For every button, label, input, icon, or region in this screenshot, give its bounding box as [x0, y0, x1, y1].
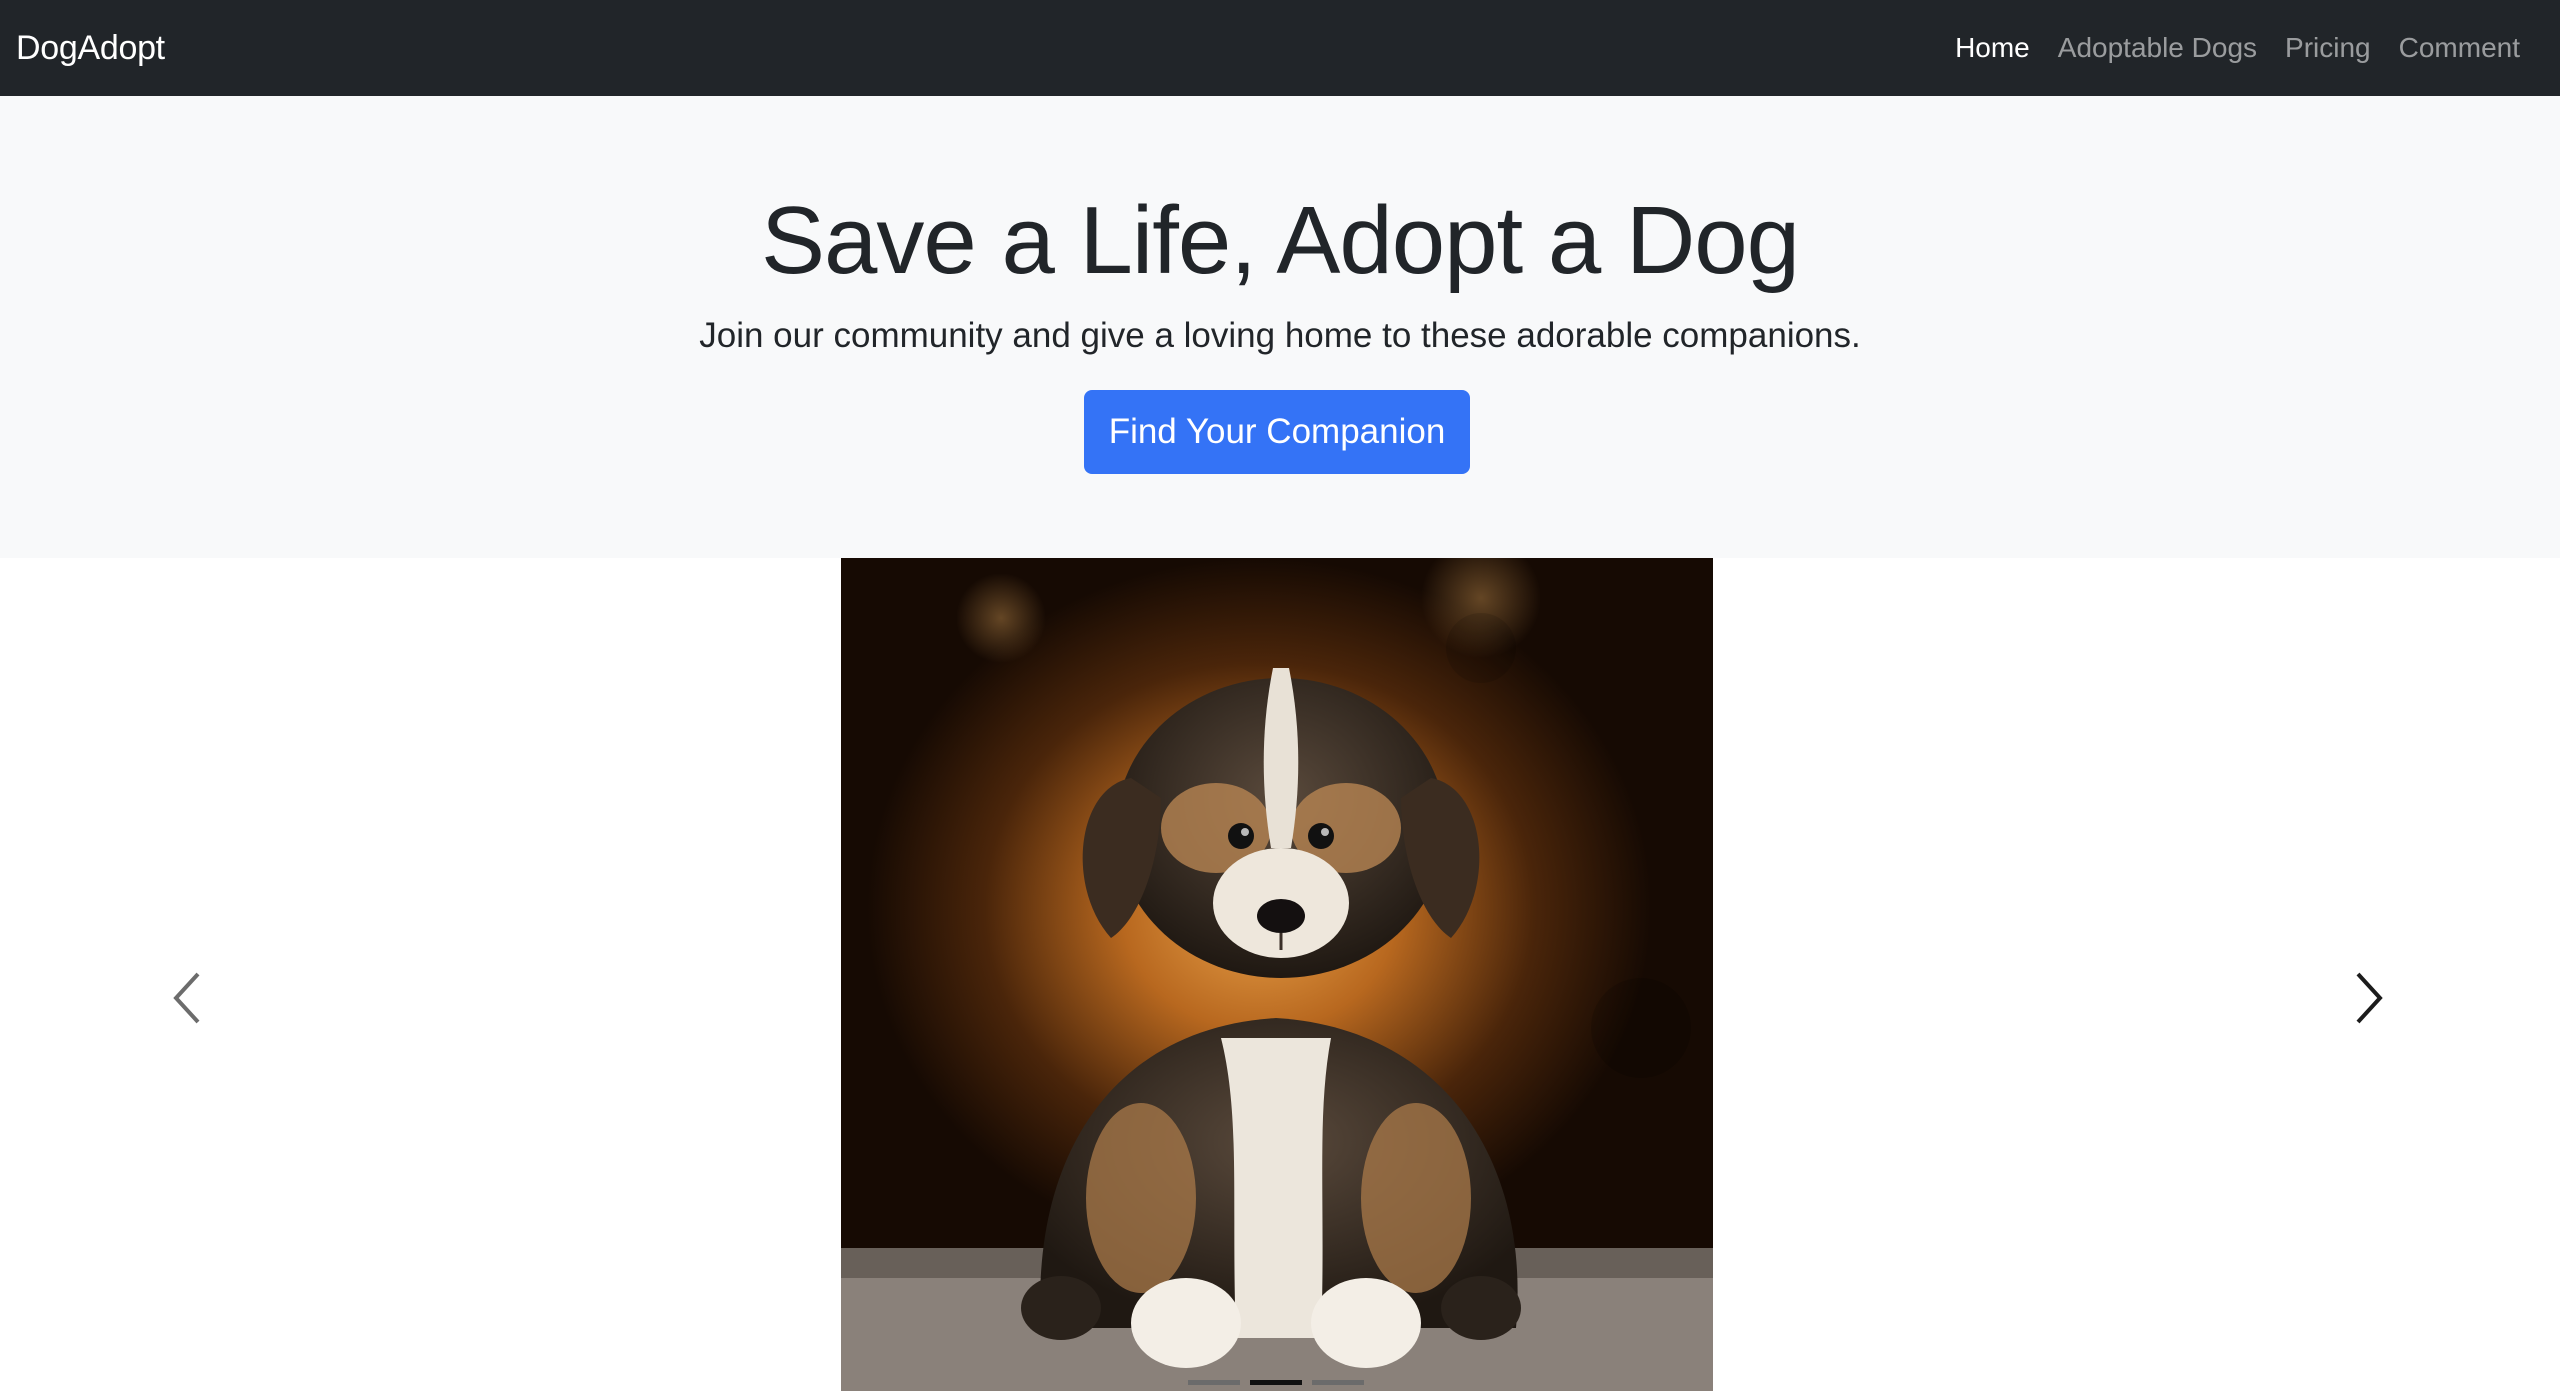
- find-companion-button[interactable]: Find Your Companion: [1084, 390, 1470, 474]
- nav-links: Home Adoptable Dogs Pricing Comment: [1941, 32, 2534, 64]
- navbar: DogAdopt Home Adoptable Dogs Pricing Com…: [0, 0, 2560, 96]
- puppy-photo: [841, 558, 1713, 1391]
- dog-carousel: [0, 558, 2560, 1391]
- nav-link-home[interactable]: Home: [1941, 32, 2044, 64]
- carousel-indicator-3[interactable]: [1312, 1380, 1364, 1385]
- hero-subtitle: Join our community and give a loving hom…: [699, 316, 1861, 355]
- hero-section: Save a Life, Adopt a Dog Join our commun…: [0, 96, 2560, 692]
- carousel-indicator-1[interactable]: [1188, 1380, 1240, 1385]
- carousel-next-button[interactable]: [2328, 958, 2408, 1038]
- chevron-right-icon: [2356, 972, 2383, 1024]
- nav-link-pricing[interactable]: Pricing: [2271, 32, 2385, 64]
- puppy-illustration: [841, 558, 1713, 1391]
- hero-title: Save a Life, Adopt a Dog: [760, 187, 1800, 294]
- carousel-indicator-2[interactable]: [1250, 1380, 1302, 1385]
- chevron-left-icon: [173, 972, 200, 1024]
- brand-logo[interactable]: DogAdopt: [16, 29, 165, 68]
- nav-link-adoptable-dogs[interactable]: Adoptable Dogs: [2044, 32, 2271, 64]
- carousel-prev-button[interactable]: [148, 958, 228, 1038]
- carousel-indicators: [1188, 1380, 1364, 1385]
- nav-link-comment[interactable]: Comment: [2385, 32, 2534, 64]
